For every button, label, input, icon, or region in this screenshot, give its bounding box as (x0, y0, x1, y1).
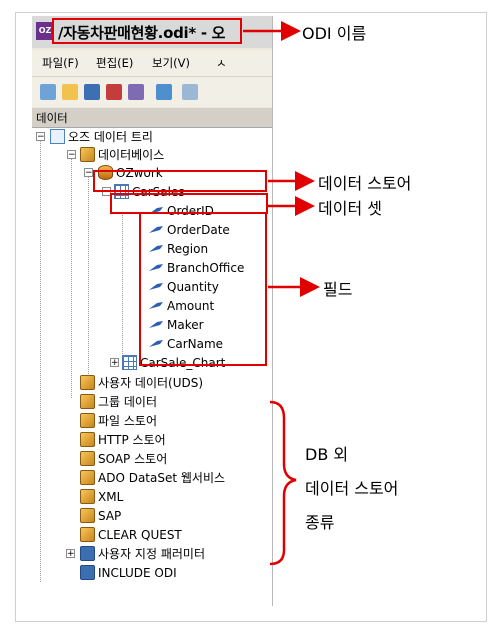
callout-odi-name: ODI 이름 (302, 24, 367, 43)
other-stores-bracket (269, 400, 297, 566)
callout-field: 필드 (323, 280, 353, 299)
callout-dataset: 데이터 셋 (318, 199, 382, 218)
annotation-arrows (243, 21, 320, 566)
callout-db-other-2: 데이터 스토어 (305, 479, 399, 498)
callout-db-other-3: 종류 (305, 513, 335, 532)
callout-datastore: 데이터 스토어 (318, 174, 412, 193)
callout-db-other-1: DB 외 (305, 445, 349, 464)
